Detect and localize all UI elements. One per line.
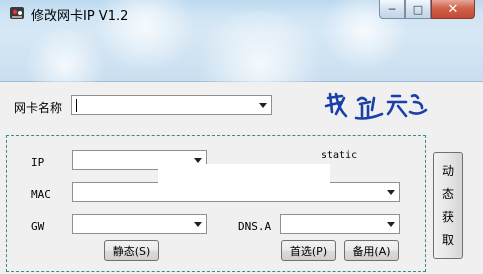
dynamic-button-char: 动 xyxy=(441,163,454,178)
dynamic-button-char: 获 xyxy=(441,210,454,225)
nic-name-combobox[interactable] xyxy=(71,95,272,115)
mac-label: MAC xyxy=(31,188,51,201)
gw-combobox[interactable] xyxy=(72,214,207,234)
close-button[interactable]: ✕ xyxy=(431,0,475,19)
chevron-down-icon[interactable] xyxy=(194,222,202,227)
backup-button[interactable]: 备用(A) xyxy=(344,240,399,261)
minimize-button[interactable]: ─ xyxy=(379,0,405,19)
text-caret xyxy=(76,99,77,112)
dns-combobox[interactable] xyxy=(280,214,400,234)
client-area: 网卡名称 IP static MAC GW DNS.A 静态(S) 首选(P) … xyxy=(0,82,483,274)
gw-label: GW xyxy=(31,220,45,233)
window-controls: ─ □ ✕ xyxy=(379,0,475,20)
window-title: 修改网卡IP V1.2 xyxy=(31,9,129,24)
title-bar[interactable]: 修改网卡IP V1.2 ─ □ ✕ xyxy=(0,0,483,120)
ip-label: IP xyxy=(31,156,45,169)
mode-status: static xyxy=(321,150,358,161)
author-logo xyxy=(324,92,428,120)
maximize-button[interactable]: □ xyxy=(405,0,431,19)
redaction-block xyxy=(158,164,330,192)
preferred-button[interactable]: 首选(P) xyxy=(281,240,336,261)
chevron-down-icon[interactable] xyxy=(387,190,395,195)
chevron-down-icon[interactable] xyxy=(387,222,395,227)
dynamic-button-char: 取 xyxy=(441,233,454,248)
dynamic-acquire-button[interactable]: 动 态 获 取 xyxy=(433,152,463,259)
chevron-down-icon[interactable] xyxy=(194,158,202,163)
dynamic-button-char: 态 xyxy=(441,186,454,201)
static-button[interactable]: 静态(S) xyxy=(104,240,159,261)
dns-label: DNS.A xyxy=(238,220,272,233)
app-icon[interactable] xyxy=(8,4,26,22)
nic-name-label: 网卡名称 xyxy=(14,101,63,115)
chevron-down-icon[interactable] xyxy=(259,103,267,108)
